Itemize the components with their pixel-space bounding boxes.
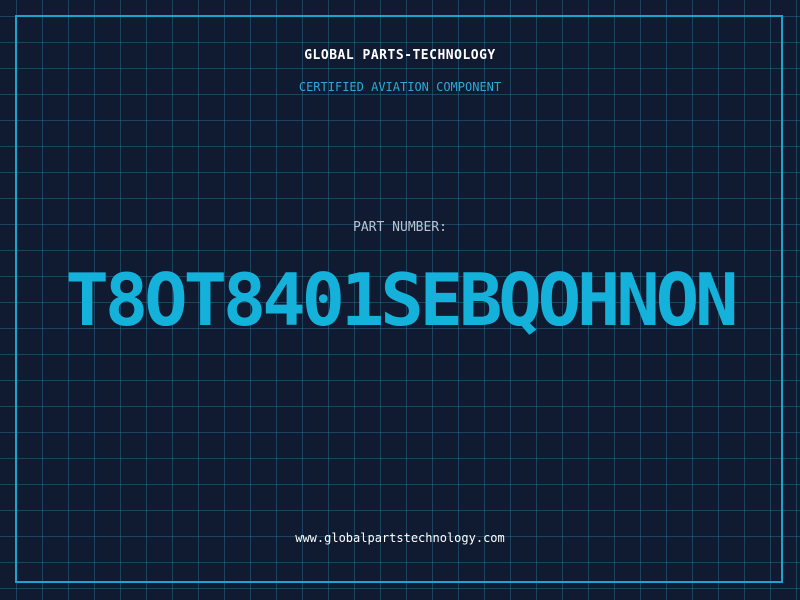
part-number-label: PART NUMBER:: [353, 220, 447, 235]
part-number-value: T8OT8401SEBQOHNON: [65, 258, 739, 342]
tagline: CERTIFIED AVIATION COMPONENT: [298, 80, 502, 94]
company-name: GLOBAL PARTS-TECHNOLOGY: [304, 48, 496, 63]
website-url: www.globalpartstechnology.com: [295, 531, 505, 545]
